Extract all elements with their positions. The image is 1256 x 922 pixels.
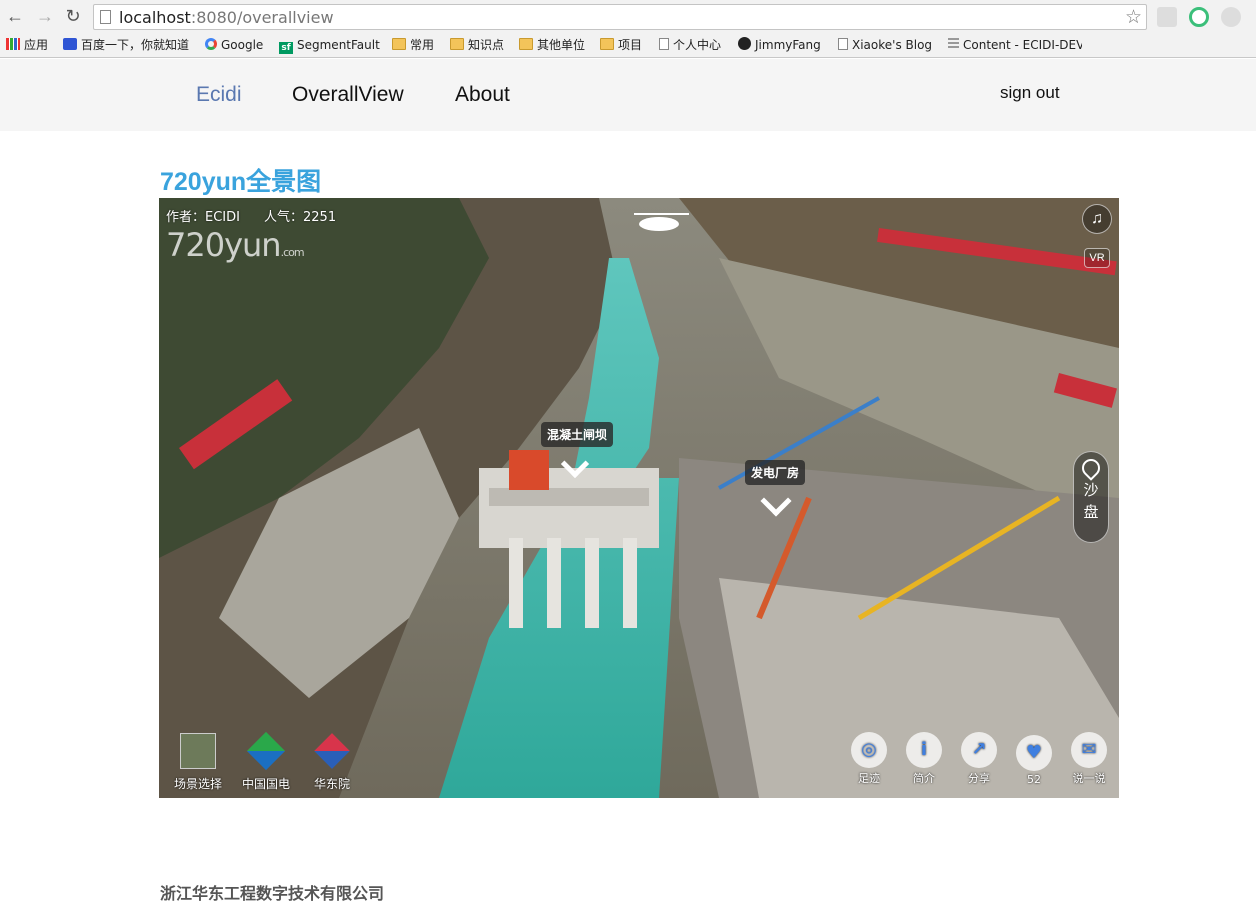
folder-icon <box>392 38 406 50</box>
folder-icon <box>600 38 614 50</box>
github-icon <box>738 37 751 50</box>
info-icon: i <box>906 732 942 768</box>
apps-icon <box>6 38 20 50</box>
bookmarks-bar: 应用 百度一下，你就知道 Google sf SegmentFault 常用 知识… <box>0 33 1256 58</box>
google-icon <box>205 38 217 50</box>
back-icon[interactable]: ← <box>4 5 26 27</box>
bookmark-common[interactable]: 常用 <box>392 37 434 53</box>
bookmark-other-units[interactable]: 其他单位 <box>519 37 585 53</box>
comment-icon: ✉ <box>1071 732 1107 768</box>
page-title: 720yun全景图 <box>160 168 322 196</box>
page-icon <box>100 10 111 24</box>
bookmark-apps[interactable]: 应用 <box>6 37 48 53</box>
720yun-logo: 720yun.com <box>166 226 305 264</box>
bookmark-content-ecidi[interactable]: Content - ECIDI-DEV <box>948 37 1082 53</box>
vr-glasses-icon[interactable]: VR <box>1084 248 1110 268</box>
sandpan-button[interactable]: 沙 盘 <box>1073 451 1109 543</box>
extension-gear-icon[interactable] <box>1157 7 1177 27</box>
sign-out-link[interactable]: sign out <box>1000 83 1060 103</box>
like-icon: ♥ <box>1016 735 1052 771</box>
share-icon: ↗ <box>961 732 997 768</box>
nav-overallview[interactable]: OverallView <box>292 83 404 107</box>
bookmark-personal[interactable]: 个人中心 <box>659 37 721 53</box>
url-text: localhost:8080/overallview <box>119 8 334 27</box>
bookmark-google[interactable]: Google <box>205 37 263 53</box>
address-bar[interactable]: localhost:8080/overallview ☆ <box>93 4 1147 30</box>
bookmark-projects[interactable]: 项目 <box>600 37 642 53</box>
browser-toolbar: ← → ↻ localhost:8080/overallview ☆ <box>0 0 1256 33</box>
location-icon: ◎ <box>851 732 887 768</box>
popularity-text: 人气：2251 <box>264 210 337 225</box>
page-icon <box>659 38 669 50</box>
hotspot-concrete-dam[interactable]: 混凝土闸坝 <box>541 422 614 447</box>
scene-thumbnail <box>180 733 216 769</box>
bookmark-jimmyfang[interactable]: JimmyFang <box>738 37 821 53</box>
bookmark-knowledge[interactable]: 知识点 <box>450 37 504 53</box>
page-icon <box>838 38 848 50</box>
extension-leaf-icon[interactable] <box>1221 7 1241 27</box>
company-name: 浙江华东工程数字技术有限公司 <box>160 884 385 903</box>
segmentfault-icon: sf <box>279 42 293 54</box>
extension-circle-icon[interactable] <box>1189 7 1209 27</box>
baidu-icon <box>63 38 77 50</box>
ecidi-logo-button[interactable]: 华东院 <box>297 733 367 792</box>
ecidi-logo-icon <box>314 733 350 769</box>
brand-link[interactable]: Ecidi <box>196 83 242 107</box>
bookmark-baidu[interactable]: 百度一下，你就知道 <box>63 37 189 53</box>
author-text: 作者：ECIDI <box>166 210 240 225</box>
music-icon[interactable]: ♫ <box>1082 204 1112 234</box>
share-button[interactable]: ↗ 分享 <box>952 732 1006 786</box>
forward-icon[interactable]: → <box>34 5 56 27</box>
comment-button[interactable]: ✉ 说一说 <box>1062 732 1116 786</box>
panorama-viewer[interactable]: 作者：ECIDI 人气：2251 720yun.com ♫ VR 混凝土闸坝 发… <box>159 198 1119 798</box>
scene-select-button[interactable]: 场景选择 <box>163 733 233 792</box>
like-button[interactable]: ♥ 52 <box>1007 735 1061 786</box>
site-navbar: Ecidi OverallView About sign out <box>0 59 1256 131</box>
bookmark-segmentfault[interactable]: sf SegmentFault <box>279 37 380 54</box>
nav-about[interactable]: About <box>455 83 510 107</box>
bookmark-star-icon[interactable]: ☆ <box>1125 6 1142 29</box>
folder-icon <box>519 38 533 50</box>
intro-button[interactable]: i 简介 <box>897 732 951 786</box>
footprint-button[interactable]: ◎ 足迹 <box>842 732 896 786</box>
hotspot-powerhouse[interactable]: 发电厂房 <box>745 460 806 485</box>
reload-icon[interactable]: ↻ <box>62 5 84 27</box>
bookmark-xiaoke[interactable]: Xiaoke's Blog <box>838 37 932 53</box>
guodian-logo-button[interactable]: 中国国电 <box>231 731 301 792</box>
location-pin-icon <box>1078 455 1104 481</box>
document-lines-icon <box>948 38 959 50</box>
guodian-logo-icon <box>246 731 286 771</box>
folder-icon <box>450 38 464 50</box>
panorama-image <box>159 198 1119 798</box>
